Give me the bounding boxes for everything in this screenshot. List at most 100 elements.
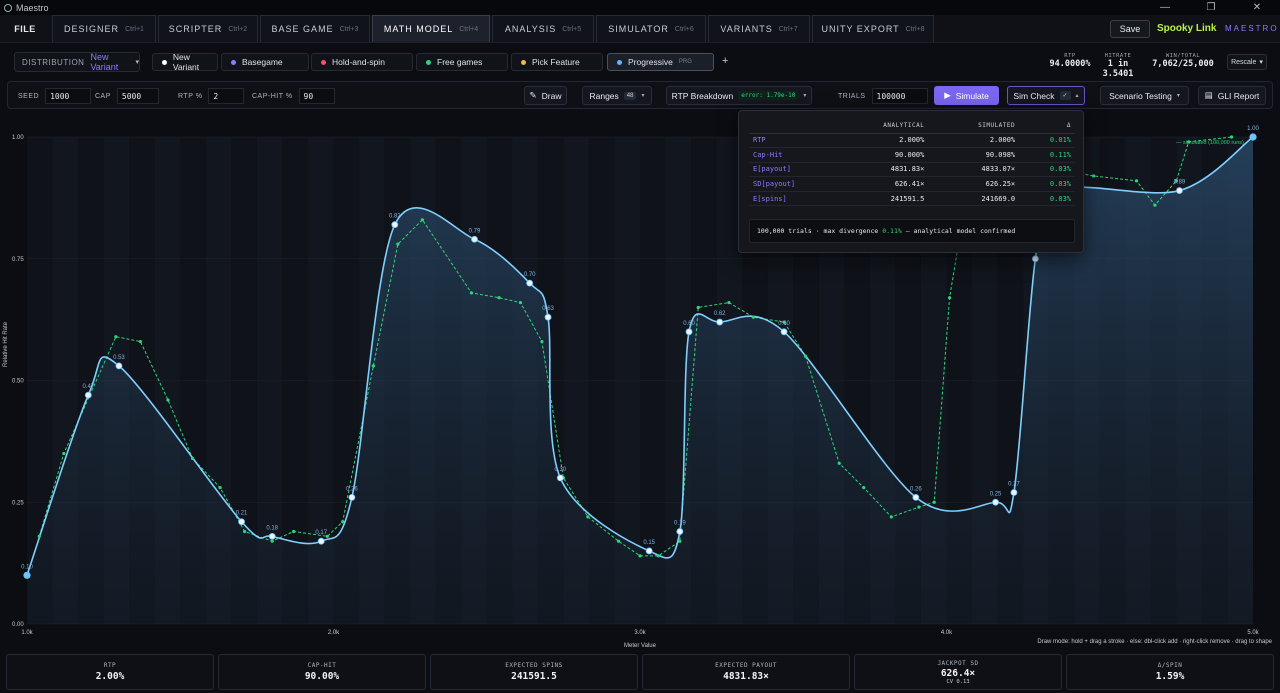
variant-tab-label: New Variant — [172, 52, 200, 72]
gli-report-button[interactable]: ▤ GLI Report — [1198, 86, 1266, 105]
analytical-point-handle[interactable] — [716, 318, 724, 326]
footer-label: EXPECTED SPINS — [505, 662, 563, 669]
trials-input[interactable] — [871, 88, 928, 104]
analytical-point-handle[interactable] — [23, 571, 31, 579]
cap-input[interactable] — [116, 88, 159, 104]
rtp-input[interactable] — [208, 88, 245, 104]
analytical-point-handle[interactable] — [1176, 187, 1183, 194]
point-value-label: 0.82 — [389, 214, 401, 220]
win-total-stat-value: 7,062/25,000 — [1152, 59, 1214, 69]
analytical-point-handle[interactable] — [317, 537, 325, 545]
footer-label: CAP-HIT — [307, 662, 337, 669]
variant-tab-progressive[interactable]: Progressive PRG — [607, 53, 714, 71]
analytical-point-handle[interactable] — [685, 328, 693, 336]
delta-cell: 0.03% — [1015, 162, 1075, 178]
analytical-point-handle[interactable] — [238, 518, 245, 526]
analytical-point-handle[interactable] — [115, 362, 123, 370]
hit-rate-chart[interactable]: 0.10 0.47 0.53 0.21 0.18 0.17 0.26 0.82 0.79 0.70… — [0, 110, 1280, 650]
variant-dot-icon — [162, 59, 167, 65]
metric-cell: E[payout] — [749, 162, 811, 178]
x-axis-label: Meter Value — [624, 643, 657, 649]
chart-svg[interactable]: 0.10 0.47 0.53 0.21 0.18 0.17 0.26 0.82 0.79 0.70… — [0, 110, 1280, 650]
tab-label: UNITY EXPORT — [821, 24, 900, 34]
simulated-point — [420, 218, 424, 222]
tab-variants[interactable]: VARIANTS Ctrl+7 — [708, 15, 810, 42]
analytical-point-handle[interactable] — [526, 279, 534, 287]
simulated-point — [371, 364, 375, 368]
col-header-simulated: SIMULATED — [924, 119, 1016, 134]
tab-analysis[interactable]: ANALYSIS Ctrl+5 — [492, 15, 594, 42]
summary-footer: RTP 2.00% CAP-HIT 90.00% EXPECTED SPINS 241… — [6, 654, 1274, 690]
variant-tab-new-variant[interactable]: New Variant — [152, 52, 218, 72]
x-tick-label: 4.0k — [941, 630, 953, 636]
simulated-cell: 2.000% — [924, 133, 1016, 149]
analytical-point-handle[interactable] — [348, 493, 356, 501]
analytical-point-handle[interactable] — [544, 313, 552, 321]
seed-input[interactable] — [45, 88, 92, 104]
analytical-point-handle[interactable] — [992, 498, 999, 506]
distribution-bar: DISTRIBUTION New Variant ▾ New Variant B… — [0, 50, 1280, 79]
table-row: RTP 2.000% 2.000% 0.01% — [749, 133, 1075, 149]
main-menubar: FILE DESIGNER Ctrl+1 SCRIPTER Ctrl+2 BASE … — [0, 15, 1280, 43]
add-variant-button[interactable]: + — [722, 55, 728, 67]
save-button[interactable]: Save — [1110, 20, 1150, 38]
maximize-icon[interactable]: ❐ — [1188, 2, 1234, 13]
simulated-point — [341, 520, 345, 524]
table-row: E[spins] 241591.5 241669.0 0.03% — [749, 191, 1075, 207]
simulated-point — [1092, 174, 1096, 178]
distribution-select[interactable]: DISTRIBUTION New Variant ▾ — [14, 52, 140, 72]
rtp-breakdown-select[interactable]: RTP Breakdown error: 1.79e-10 ▾ — [666, 86, 812, 105]
minimize-icon[interactable]: — — [1142, 2, 1188, 13]
footer-value: 241591.5 — [511, 671, 557, 682]
analytical-point-handle[interactable] — [556, 474, 564, 482]
seed-label: SEED — [18, 92, 40, 100]
analytical-point-handle[interactable] — [391, 221, 399, 229]
variant-dot-icon — [321, 59, 326, 65]
tab-scripter[interactable]: SCRIPTER Ctrl+2 — [158, 15, 258, 42]
analytical-point-handle[interactable] — [1031, 255, 1039, 263]
tab-label: VARIANTS — [720, 24, 773, 34]
variant-tab-label: Progressive — [628, 57, 673, 67]
variant-tab-label: Free games — [437, 57, 483, 67]
analytical-point-handle[interactable] — [84, 391, 92, 399]
simulate-button[interactable]: ▶ Simulate — [934, 86, 999, 105]
footer-expected-payout-card: EXPECTED PAYOUT 4831.83× — [642, 654, 850, 690]
variant-tab-pick-feature[interactable]: Pick Feature — [511, 53, 603, 71]
rtp-breakdown-label: RTP Breakdown — [671, 90, 734, 101]
analytical-point-handle[interactable] — [471, 235, 478, 243]
table-row: SD[payout] 626.41× 626.25× 0.03% — [749, 176, 1075, 192]
analytical-point-handle[interactable] — [268, 532, 276, 540]
close-icon[interactable]: ✕ — [1234, 2, 1280, 13]
analytical-point-handle[interactable] — [1249, 133, 1257, 141]
footer-rtp-card: RTP 2.00% — [6, 654, 214, 690]
brand-logo: MAESTRO — [1225, 24, 1279, 33]
analytical-cell: 90.000% — [810, 147, 925, 163]
scenario-testing-select[interactable]: Scenario Testing ▾ — [1100, 86, 1189, 105]
analytical-point-handle[interactable] — [1010, 489, 1018, 496]
draw-button[interactable]: ✎ Draw — [524, 86, 567, 105]
pencil-icon: ✎ — [529, 90, 537, 100]
file-menu[interactable]: FILE — [0, 15, 50, 42]
sim-check-button[interactable]: Sim Check ✓ ▴ — [1007, 86, 1085, 105]
tab-unity-export[interactable]: UNITY EXPORT Ctrl+8 — [812, 15, 934, 42]
analytical-point-handle[interactable] — [645, 547, 653, 555]
simulated-point — [270, 539, 274, 543]
variant-tab-hold-and-spin[interactable]: Hold-and-spin — [311, 53, 413, 71]
analytical-point-handle[interactable] — [780, 328, 788, 336]
analytical-point-handle[interactable] — [912, 493, 920, 501]
cap-hit-input[interactable] — [298, 88, 335, 104]
play-icon: ▶ — [944, 90, 951, 100]
tab-base-game[interactable]: BASE GAME Ctrl+3 — [260, 15, 370, 42]
analytical-point-handle[interactable] — [676, 528, 684, 535]
x-tick-label: 3.0k — [634, 630, 646, 636]
simulated-point — [696, 305, 700, 310]
tab-math-model[interactable]: MATH MODEL Ctrl+4 — [372, 15, 490, 42]
tab-simulator[interactable]: SIMULATOR Ctrl+6 — [596, 15, 706, 42]
point-value-label: 1.00 — [1247, 126, 1259, 132]
variant-tab-free-games[interactable]: Free games — [416, 53, 508, 71]
ranges-select[interactable]: Ranges 48 ▾ — [582, 86, 652, 105]
tab-designer[interactable]: DESIGNER Ctrl+1 — [52, 15, 156, 42]
variant-tab-basegame[interactable]: Basegame — [221, 53, 309, 71]
rtp-stat-value: 94.0000% — [1049, 59, 1091, 69]
rescale-select[interactable]: Rescale ▾ — [1227, 54, 1267, 70]
